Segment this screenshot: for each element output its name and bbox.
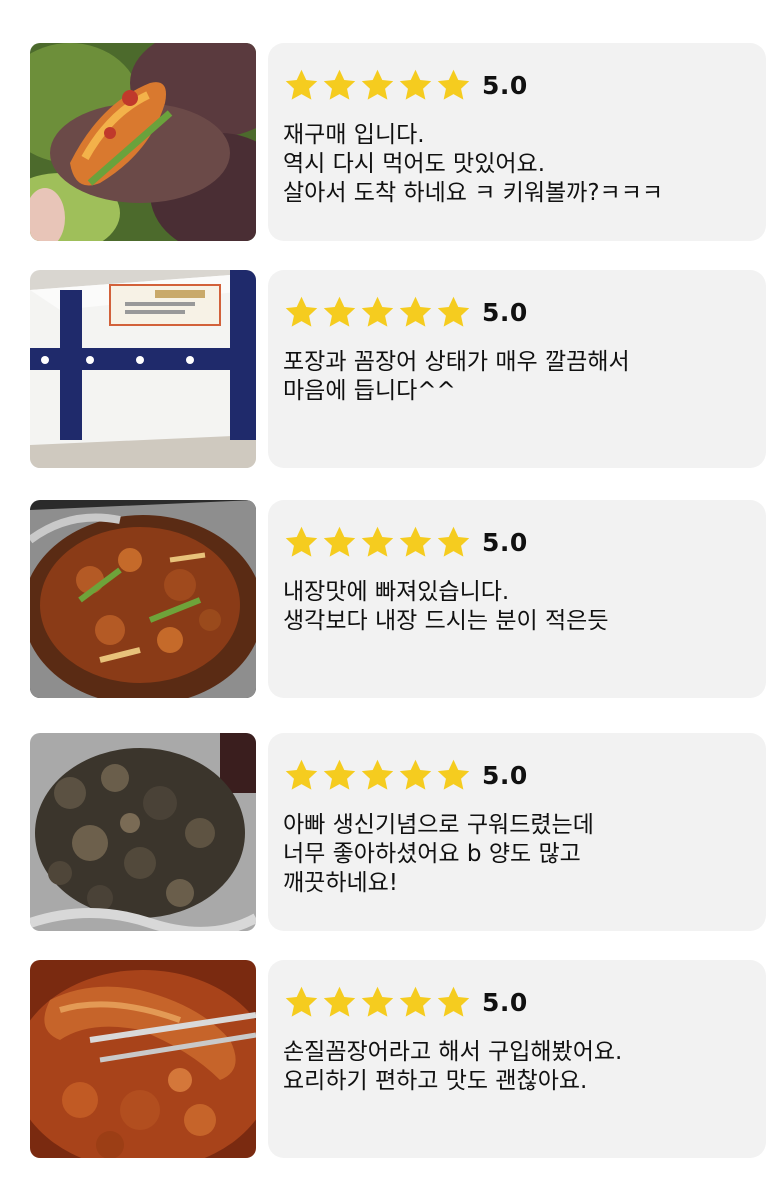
star-icon (399, 759, 432, 790)
rating-score: 5.0 (482, 527, 528, 557)
rating-score: 5.0 (482, 760, 528, 790)
star-icon (399, 296, 432, 327)
rating-score: 5.0 (482, 297, 528, 327)
review-text-line: 너무 좋아하셨어요 b 양도 많고 (283, 841, 581, 867)
star-icon (285, 526, 318, 557)
star-icon (361, 986, 394, 1017)
star-rating (283, 524, 472, 561)
star-icon (437, 69, 470, 100)
star-icon (437, 986, 470, 1017)
rating-row: 5.0 (283, 65, 752, 105)
delivery-box-photo (30, 270, 256, 468)
rating-score: 5.0 (482, 987, 528, 1017)
star-icon (437, 526, 470, 557)
review-text-line: 내장맛에 빠져있습니다. (283, 579, 510, 605)
rating-row: 5.0 (283, 292, 752, 332)
review-text-line: 마음에 듭니다^^ (283, 378, 456, 404)
spicy-eel-photo (30, 960, 256, 1158)
review-card: 5.0 아빠 생신기념으로 구워드렸는데 너무 좋아하셨어요 b 양도 많고 깨… (268, 733, 766, 931)
review-item: 5.0 포장과 꼼장어 상태가 매우 깔끔해서 마음에 듭니다^^ (30, 270, 766, 468)
rating-row: 5.0 (283, 522, 752, 562)
star-rating (283, 67, 472, 104)
rating-row: 5.0 (283, 982, 752, 1022)
review-text-line: 포장과 꼼장어 상태가 매우 깔끔해서 (283, 349, 630, 375)
lettuce-wrap-photo (30, 43, 256, 241)
star-icon (285, 296, 318, 327)
star-icon (323, 986, 356, 1017)
grilled-eel-photo (30, 733, 256, 931)
review-text-line: 생각보다 내장 드시는 분이 적은듯 (283, 608, 609, 634)
star-icon (323, 526, 356, 557)
rating-row: 5.0 (283, 755, 752, 795)
star-icon (285, 986, 318, 1017)
review-text: 재구매 입니다. 역시 다시 먹어도 맛있어요. 살아서 도착 하네요 ㅋ 키워… (283, 121, 752, 208)
review-text: 포장과 꼼장어 상태가 매우 깔끔해서 마음에 듭니다^^ (283, 348, 752, 406)
review-text: 손질꼼장어라고 해서 구입해봤어요. 요리하기 편하고 맛도 괜찮아요. (283, 1038, 752, 1096)
star-rating (283, 757, 472, 794)
review-card: 5.0 포장과 꼼장어 상태가 매우 깔끔해서 마음에 듭니다^^ (268, 270, 766, 468)
review-text: 아빠 생신기념으로 구워드렸는데 너무 좋아하셨어요 b 양도 많고 깨끗하네요… (283, 811, 752, 898)
review-text-line: 살아서 도착 하네요 ㅋ 키워볼까?ㅋㅋㅋ (283, 180, 664, 206)
rating-score: 5.0 (482, 70, 528, 100)
star-icon (399, 986, 432, 1017)
star-icon (361, 759, 394, 790)
review-card: 5.0 손질꼼장어라고 해서 구입해봤어요. 요리하기 편하고 맛도 괜찮아요. (268, 960, 766, 1158)
review-text-line: 깨끗하네요! (283, 870, 399, 896)
review-text-line: 손질꼼장어라고 해서 구입해봤어요. (283, 1039, 623, 1065)
star-icon (323, 69, 356, 100)
review-photo[interactable] (30, 733, 256, 931)
star-rating (283, 984, 472, 1021)
review-text-line: 역시 다시 먹어도 맛있어요. (283, 151, 546, 177)
star-rating (283, 294, 472, 331)
star-icon (361, 526, 394, 557)
review-text-line: 아빠 생신기념으로 구워드렸는데 (283, 812, 594, 838)
review-text-line: 요리하기 편하고 맛도 괜찮아요. (283, 1068, 588, 1094)
star-icon (323, 759, 356, 790)
review-item: 5.0 재구매 입니다. 역시 다시 먹어도 맛있어요. 살아서 도착 하네요 … (30, 43, 766, 241)
star-icon (399, 526, 432, 557)
star-icon (285, 69, 318, 100)
review-photo[interactable] (30, 270, 256, 468)
star-icon (361, 296, 394, 327)
review-text: 내장맛에 빠져있습니다. 생각보다 내장 드시는 분이 적은듯 (283, 578, 752, 636)
review-photo[interactable] (30, 43, 256, 241)
review-photo[interactable] (30, 960, 256, 1158)
stir-fry-photo (30, 500, 256, 698)
review-item: 5.0 아빠 생신기념으로 구워드렸는데 너무 좋아하셨어요 b 양도 많고 깨… (30, 733, 766, 931)
review-card: 5.0 내장맛에 빠져있습니다. 생각보다 내장 드시는 분이 적은듯 (268, 500, 766, 698)
review-item: 5.0 손질꼼장어라고 해서 구입해봤어요. 요리하기 편하고 맛도 괜찮아요. (30, 960, 766, 1158)
star-icon (399, 69, 432, 100)
review-photo[interactable] (30, 500, 256, 698)
star-icon (285, 759, 318, 790)
review-card: 5.0 재구매 입니다. 역시 다시 먹어도 맛있어요. 살아서 도착 하네요 … (268, 43, 766, 241)
review-text-line: 재구매 입니다. (283, 122, 425, 148)
star-icon (437, 759, 470, 790)
star-icon (437, 296, 470, 327)
star-icon (323, 296, 356, 327)
review-item: 5.0 내장맛에 빠져있습니다. 생각보다 내장 드시는 분이 적은듯 (30, 500, 766, 698)
star-icon (361, 69, 394, 100)
